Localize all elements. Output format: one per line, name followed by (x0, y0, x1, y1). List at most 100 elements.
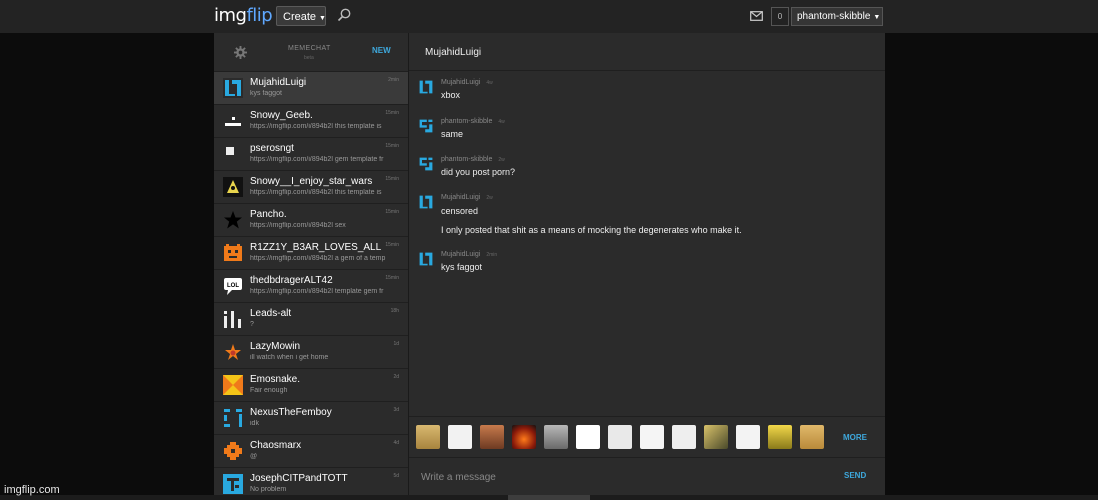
avatar (224, 211, 242, 229)
chat-time: 5d (393, 473, 399, 479)
chat-time: 15min (385, 176, 399, 182)
sticker-doge-face-2[interactable] (800, 425, 824, 449)
avatar[interactable] (418, 194, 434, 210)
chat-list-item[interactable]: NexusTheFemboy idk 3d (214, 402, 408, 435)
chat-preview: https://imgflip.com/i/894b2l template ge… (250, 288, 384, 295)
beta-label: beta (304, 55, 314, 61)
sticker-toolbar: MORE (409, 416, 885, 452)
chat-time: 15min (385, 242, 399, 248)
chat-name: LazyMowin (250, 341, 301, 352)
sticker-jesus-photo[interactable] (480, 425, 504, 449)
message-text: same (441, 129, 464, 139)
chat-list-item[interactable]: Leads-alt ? 18h (214, 303, 408, 336)
chat-list-item[interactable]: Chaosmarx @ 4d (214, 435, 408, 468)
chat-list-item[interactable]: LazyMowin ill watch when i get home 1d (214, 336, 408, 369)
chat-time: 18h (390, 308, 399, 314)
chat-preview: ? (250, 321, 254, 328)
chat-list-item[interactable]: R1ZZ1Y_B3AR_LOVES_ALL https://imgflip.co… (214, 237, 408, 270)
create-menu-button[interactable]: Create ▼ (276, 6, 326, 26)
sticker-forever-alone[interactable] (576, 425, 600, 449)
imgflip-logo[interactable]: imgflip (214, 5, 273, 26)
message-time: 2w (486, 195, 493, 201)
sticker-okay-guy[interactable] (672, 425, 696, 449)
chat-preview: https://imgflip.com/i/894b2l gem templat… (250, 156, 384, 163)
scrollbar-thumb[interactable] (508, 495, 590, 500)
more-stickers-button[interactable]: MORE (843, 433, 867, 442)
send-button[interactable]: SEND (844, 471, 866, 480)
username: phantom-skibble (797, 11, 871, 22)
chat-preview: https://imgflip.com/i/894b2l this templa… (250, 123, 382, 130)
chat-preview: No problem (250, 486, 287, 493)
message-username[interactable]: MujahidLuigi (441, 251, 480, 258)
chat-preview: ill watch when i get home (250, 354, 329, 361)
sticker-stone-tablet[interactable] (544, 425, 568, 449)
chat-list-item[interactable]: pserosngt https://imgflip.com/i/894b2l g… (214, 138, 408, 171)
chat-list-item[interactable]: Snowy_Geeb. https://imgflip.com/i/894b2l… (214, 105, 408, 138)
svg-text:LOL: LOL (227, 283, 239, 289)
message-username[interactable]: phantom-skibble (441, 118, 492, 125)
chat-list-item[interactable]: Snowy__I_enjoy_star_wars https://imgflip… (214, 171, 408, 204)
chat-time: 2d (393, 374, 399, 380)
message-time: 2min (486, 252, 498, 258)
message-text: did you post porn? (441, 167, 516, 177)
page-background-right (884, 33, 1098, 500)
message-text: xbox (441, 90, 461, 100)
message-username[interactable]: MujahidLuigi (441, 194, 480, 201)
chat-name: MujahidLuigi (250, 77, 307, 88)
chat-panel: MujahidLuigi MujahidLuigi 4w xbox phantom… (408, 33, 885, 495)
chat-preview: @ (250, 453, 258, 460)
avatar[interactable] (418, 118, 434, 134)
message-time: 2w (498, 157, 505, 163)
chat-list-sidebar: MEMECHAT beta NEW MujahidLuigi kys faggo… (214, 33, 409, 495)
chat-time: 15min (385, 275, 399, 281)
avatar[interactable] (418, 156, 434, 172)
chat-time: 15min (385, 209, 399, 215)
chat-preview: kys faggot (250, 90, 282, 97)
new-chat-button[interactable]: NEW (372, 46, 391, 55)
sticker-explosion[interactable] (512, 425, 536, 449)
chat-name: Emosnake. (250, 374, 301, 385)
message-username[interactable]: MujahidLuigi (441, 79, 480, 86)
sticker-doge-face[interactable] (416, 425, 440, 449)
chat-list-item[interactable]: MujahidLuigi kys faggot 2min (214, 72, 408, 105)
avatar[interactable] (418, 251, 434, 267)
avatar (225, 117, 241, 126)
memechat-title: MEMECHAT (288, 45, 331, 52)
page-background-left (0, 33, 214, 500)
chat-time: 15min (385, 110, 399, 116)
chat-title[interactable]: MujahidLuigi (425, 47, 481, 58)
sticker-cereal-guy[interactable] (640, 425, 664, 449)
mail-icon[interactable] (750, 11, 763, 21)
chat-time: 1d (393, 341, 399, 347)
avatar (223, 375, 243, 395)
chat-header: MujahidLuigi (409, 33, 885, 71)
user-menu-button[interactable]: phantom-skibble ▼ (791, 7, 883, 26)
message-input[interactable] (419, 466, 823, 488)
avatar: LOL (224, 278, 242, 295)
avatar[interactable] (418, 79, 434, 95)
chat-list-item[interactable]: LOL thedbdragerALT42 https://imgflip.com… (214, 270, 408, 303)
sticker-trollface[interactable] (448, 425, 472, 449)
sticker-spongebob[interactable] (736, 425, 760, 449)
logo-text-main: img (214, 5, 247, 26)
message-username[interactable]: phantom-skibble (441, 156, 492, 163)
sticker-rage-face[interactable] (608, 425, 632, 449)
chat-name: JosephCITPandTOTT (250, 473, 348, 484)
message-text: I only posted that shit as a means of mo… (441, 225, 742, 235)
avatar (224, 244, 242, 261)
chat-list-item[interactable]: Emosnake. Fair enough 2d (214, 369, 408, 402)
message-header: MujahidLuigi 4w (441, 79, 493, 86)
chat-list-item[interactable]: JosephCITPandTOTT No problem 5d (214, 468, 408, 495)
chat-name: R1ZZ1Y_B3AR_LOVES_ALL (250, 242, 382, 253)
sticker-chart-meme[interactable] (704, 425, 728, 449)
chat-time: 15min (385, 143, 399, 149)
gear-icon[interactable] (234, 46, 247, 59)
sticker-yellow-face[interactable] (768, 425, 792, 449)
chat-name: thedbdragerALT42 (250, 275, 333, 286)
search-icon[interactable] (337, 8, 351, 22)
notification-count[interactable]: 0 (771, 7, 789, 26)
create-label: Create (283, 11, 317, 23)
chat-list-item[interactable]: Pancho. https://imgflip.com/i/894b2l sex… (214, 204, 408, 237)
message-composer: SEND (409, 457, 885, 495)
chat-preview: https://imgflip.com/i/894b2l sex (250, 222, 346, 229)
